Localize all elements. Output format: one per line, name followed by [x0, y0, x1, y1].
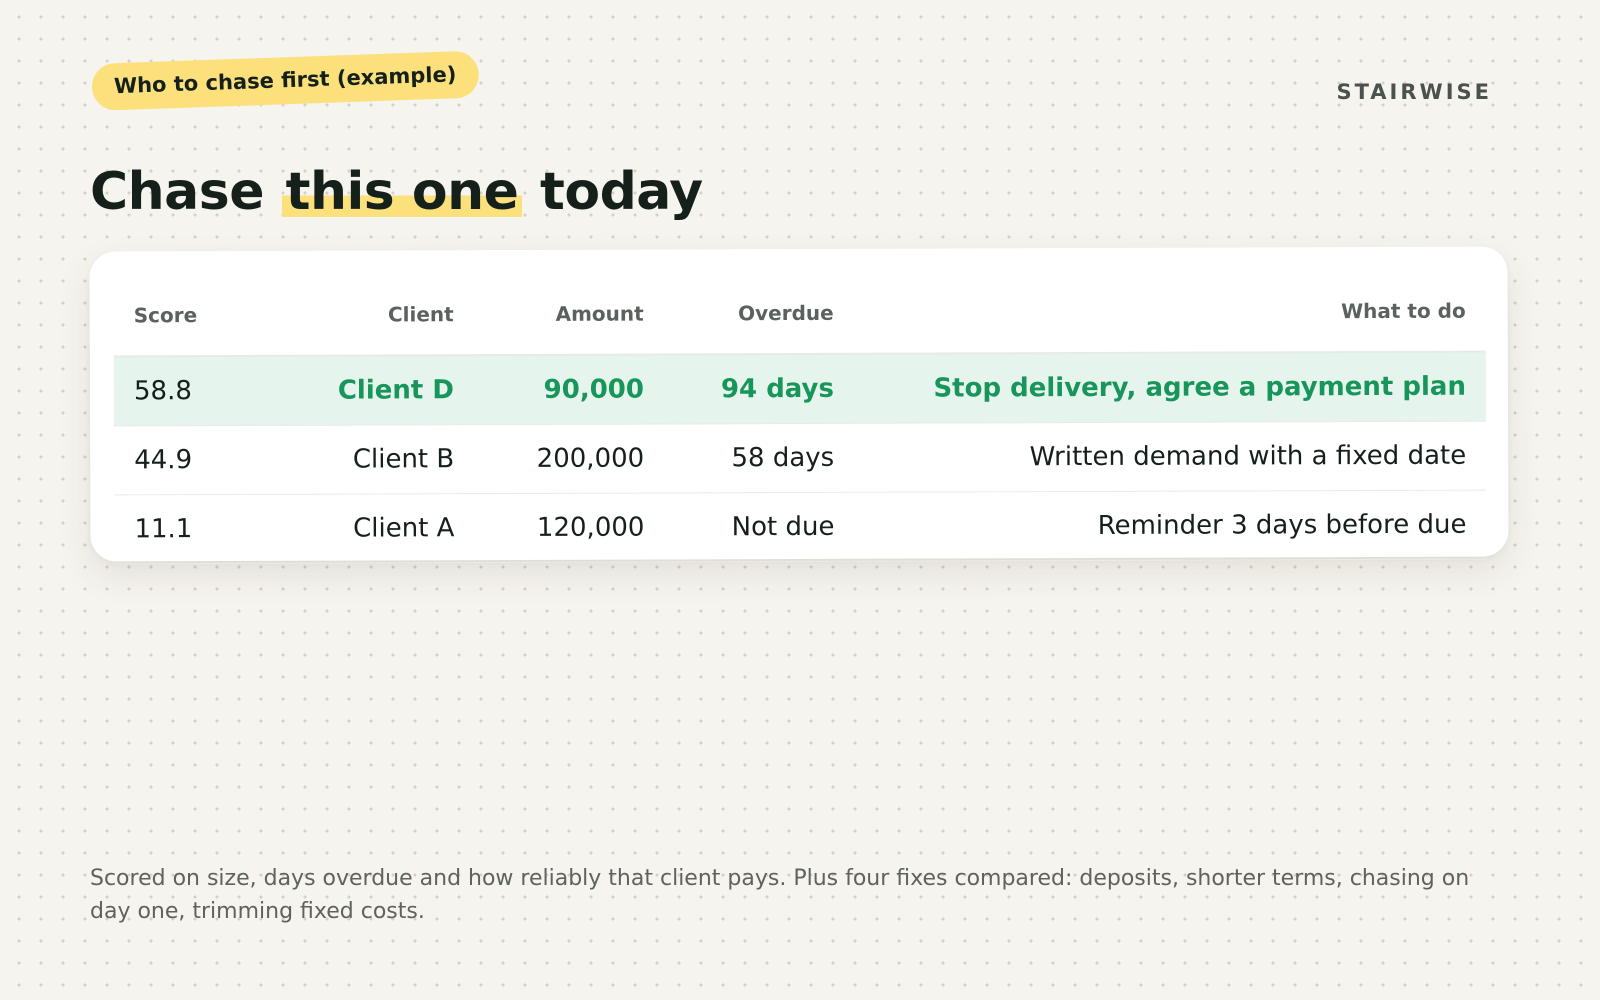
- ranking-card: Score Client Amount Overdue What to do 5…: [89, 246, 1509, 565]
- methodology-footnote: Scored on size, days overdue and how rel…: [90, 866, 1470, 924]
- cell-amount: 200,000: [474, 423, 665, 494]
- slide: Who to chase first (example) STAIRWISE C…: [0, 0, 1600, 1000]
- cell-action: Stop delivery, agree a payment plan: [853, 351, 1487, 424]
- example-tag: Who to chase first (example): [91, 50, 480, 111]
- table-header-row: Score Client Amount Overdue What to do: [113, 270, 1486, 357]
- cell-score: 11.1: [114, 494, 275, 564]
- cell-score: 44.9: [114, 425, 275, 495]
- ranking-table: Score Client Amount Overdue What to do 5…: [113, 270, 1487, 565]
- column-header-action: What to do: [853, 270, 1486, 354]
- column-header-score: Score: [113, 274, 274, 357]
- cell-client: Client D: [273, 355, 475, 426]
- headline-tail: today: [540, 162, 703, 222]
- column-header-amount: Amount: [473, 273, 664, 356]
- table-row: 58.8 Client D 90,000 94 days Stop delive…: [113, 351, 1487, 426]
- cell-action: Written demand with a fixed date: [854, 421, 1487, 493]
- cell-amount: 120,000: [474, 492, 665, 563]
- cell-overdue: 58 days: [664, 423, 855, 493]
- headline: Chase this one today: [90, 158, 703, 226]
- table-row: 44.9 Client B 200,000 58 days Written de…: [114, 421, 1487, 495]
- column-header-client: Client: [273, 274, 474, 356]
- cell-overdue: 94 days: [663, 353, 855, 424]
- brand-logo: STAIRWISE: [1336, 80, 1492, 104]
- cell-action: Reminder 3 days before due: [854, 490, 1487, 562]
- cell-client: Client A: [274, 493, 475, 564]
- cell-amount: 90,000: [473, 354, 665, 425]
- table-row: 11.1 Client A 120,000 Not due Reminder 3…: [114, 490, 1487, 564]
- column-header-overdue: Overdue: [663, 272, 854, 355]
- headline-lead: Chase: [90, 162, 265, 222]
- cell-overdue: Not due: [664, 492, 855, 562]
- cell-client: Client B: [274, 424, 475, 495]
- cell-score: 58.8: [113, 355, 275, 426]
- headline-highlight: this one: [281, 162, 523, 222]
